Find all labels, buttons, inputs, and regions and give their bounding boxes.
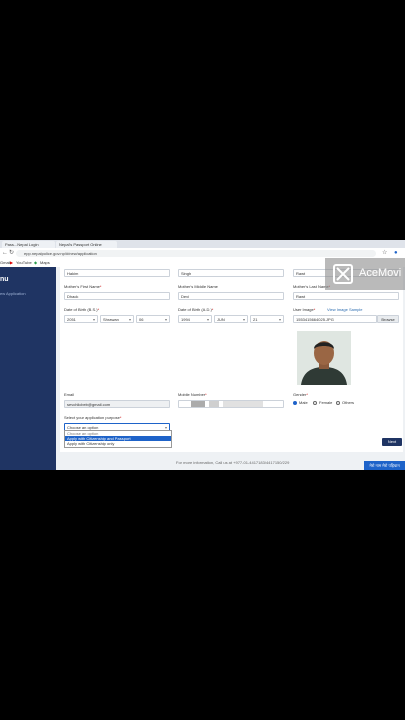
required-mark: * (306, 392, 308, 397)
user-image-file-field[interactable]: 1553415664025.JPG (293, 315, 377, 323)
sidebar: nu ew Application (0, 267, 56, 470)
mother-first-name-label-text: Mother's First Name (64, 284, 100, 289)
mother-first-name-label: Mother's First Name* (64, 284, 101, 289)
gender-male-label: Male (299, 400, 308, 405)
mother-last-name-label-text: Mother's Last Name (293, 284, 329, 289)
middle-name-field[interactable]: Singh (178, 269, 284, 277)
gender-label: Gender* (293, 392, 308, 397)
tab-login[interactable]: Pass...Nepal Login (2, 241, 55, 248)
required-mark: * (205, 392, 207, 397)
required-mark: * (211, 307, 214, 312)
bookmark-maps[interactable]: Maps (40, 259, 50, 266)
tab-passport[interactable]: Nepal's Passport Online (56, 241, 117, 248)
user-image-label: User Image* (293, 307, 315, 312)
mobile-field[interactable] (178, 400, 284, 408)
video-frame: { "browser": { "tabs": ["Pass...Nepal Lo… (0, 0, 405, 720)
dob-ad-month-select[interactable]: JUN (214, 315, 248, 323)
mother-last-name-field[interactable]: Rawt (293, 292, 399, 300)
acemovi-logo-icon (333, 264, 353, 284)
gender-label-text: Gender (293, 392, 307, 397)
dob-ad-year-select[interactable]: 1994 (178, 315, 212, 323)
blurred-region (191, 401, 205, 407)
tab-strip: Pass...Nepal Login Nepal's Passport Onli… (0, 240, 405, 248)
mobile-label-text: Mobile Number (178, 392, 206, 397)
email-field[interactable]: sevchlicbeb@gmail.com (64, 400, 170, 408)
dob-ad-label: Date of Birth (A.D.)* (178, 307, 213, 312)
nepali-badge: मेरो नाम मेरो पहिचान (364, 461, 405, 470)
required-mark: * (119, 415, 122, 420)
gender-female-label: Female (319, 400, 333, 405)
next-button[interactable]: Next (382, 438, 402, 446)
purpose-label: Select your application purpose* (64, 415, 121, 420)
gender-others-radio[interactable] (336, 401, 340, 405)
profile-icon[interactable]: ● (394, 249, 398, 257)
url-field[interactable]: epp.nepalpolice.gov.np/#/new/application (16, 249, 376, 257)
sidebar-title: nu (0, 276, 9, 283)
dob-bs-day-select[interactable]: 06 (136, 315, 170, 323)
mother-middle-name-field[interactable]: Devi (178, 292, 284, 300)
footer-contact-note: For more information, Call us at +977-01… (176, 460, 290, 465)
required-mark: * (97, 307, 100, 312)
dob-bs-label: Date of Birth (B.S.)* (64, 307, 99, 312)
email-label: Email (64, 392, 75, 397)
back-icon[interactable]: ← (2, 249, 8, 257)
blurred-region (209, 401, 219, 407)
dob-ad-day-select[interactable]: 21 (250, 315, 284, 323)
mobile-label: Mobile Number* (178, 392, 207, 397)
mother-first-name-field[interactable]: Dhack (64, 292, 170, 300)
required-mark: * (99, 284, 102, 289)
purpose-label-text: Select your application purpose (64, 415, 120, 420)
dob-bs-label-text: Date of Birth (B.S.) (64, 307, 98, 312)
gender-others-label: Others (342, 400, 355, 405)
watermark-text: AceMovi (359, 267, 402, 279)
browse-button[interactable]: Browse (377, 315, 399, 323)
person-photo-icon (297, 331, 351, 385)
dob-ad-label-text: Date of Birth (A.D.) (178, 307, 212, 312)
watermark: AceMovi (325, 258, 405, 290)
dob-bs-month-select[interactable]: Shrawan (100, 315, 134, 323)
reload-icon[interactable]: ↻ (9, 249, 14, 257)
mother-middle-name-label: Mother's Middle Name (178, 284, 218, 289)
application-form: Hakim Singh Rawt Mother's First Name* Dh… (60, 267, 403, 452)
user-photo (297, 331, 351, 385)
purpose-option[interactable]: Apply with Citizenship only (65, 441, 171, 446)
youtube-icon: ▶ (10, 260, 14, 265)
main-content: Hakim Singh Rawt Mother's First Name* Dh… (56, 267, 405, 470)
required-mark: * (313, 307, 316, 312)
first-name-field[interactable]: Hakim (64, 269, 170, 277)
blurred-region (223, 401, 263, 407)
gender-female-radio[interactable] (313, 401, 317, 405)
dob-bs-year-select[interactable]: 2051 (64, 315, 98, 323)
maps-icon: ◆ (34, 260, 38, 265)
bookmark-gmail[interactable]: Gmail (0, 259, 10, 266)
user-image-label-text: User Image (293, 307, 314, 312)
bookmark-youtube[interactable]: YouTube (16, 259, 32, 266)
purpose-dropdown-list: Choose an option Apply with Citizenship … (64, 430, 172, 448)
star-icon[interactable]: ☆ (382, 249, 387, 257)
gender-male-radio[interactable] (293, 401, 297, 405)
sidebar-item-new-application[interactable]: ew Application (0, 291, 26, 296)
view-image-sample-link[interactable]: View Image Sample (327, 307, 363, 312)
